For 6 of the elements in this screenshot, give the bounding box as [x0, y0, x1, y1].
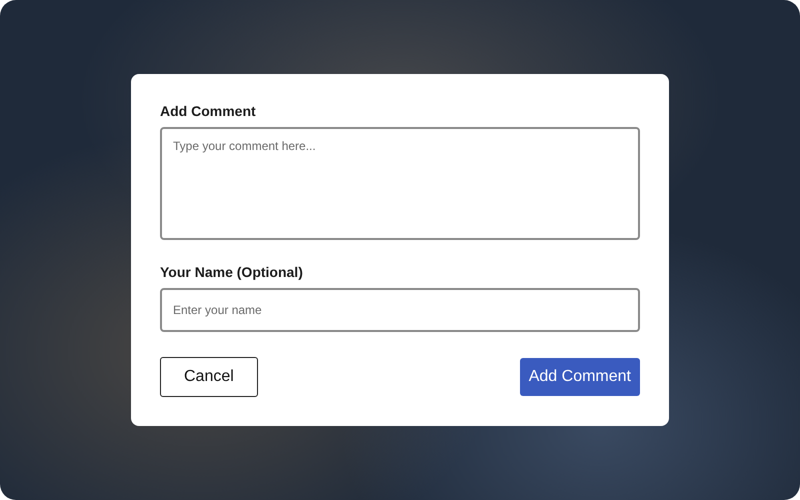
add-comment-button[interactable]: Add Comment — [520, 358, 640, 396]
comment-field[interactable]: Type your comment here... — [160, 127, 640, 240]
cancel-button[interactable]: Cancel — [160, 357, 258, 397]
field-label: Add Comment — [160, 103, 257, 119]
name-field[interactable]: Enter your name — [160, 288, 640, 332]
field-label: Your Name (Optional) — [160, 264, 304, 280]
